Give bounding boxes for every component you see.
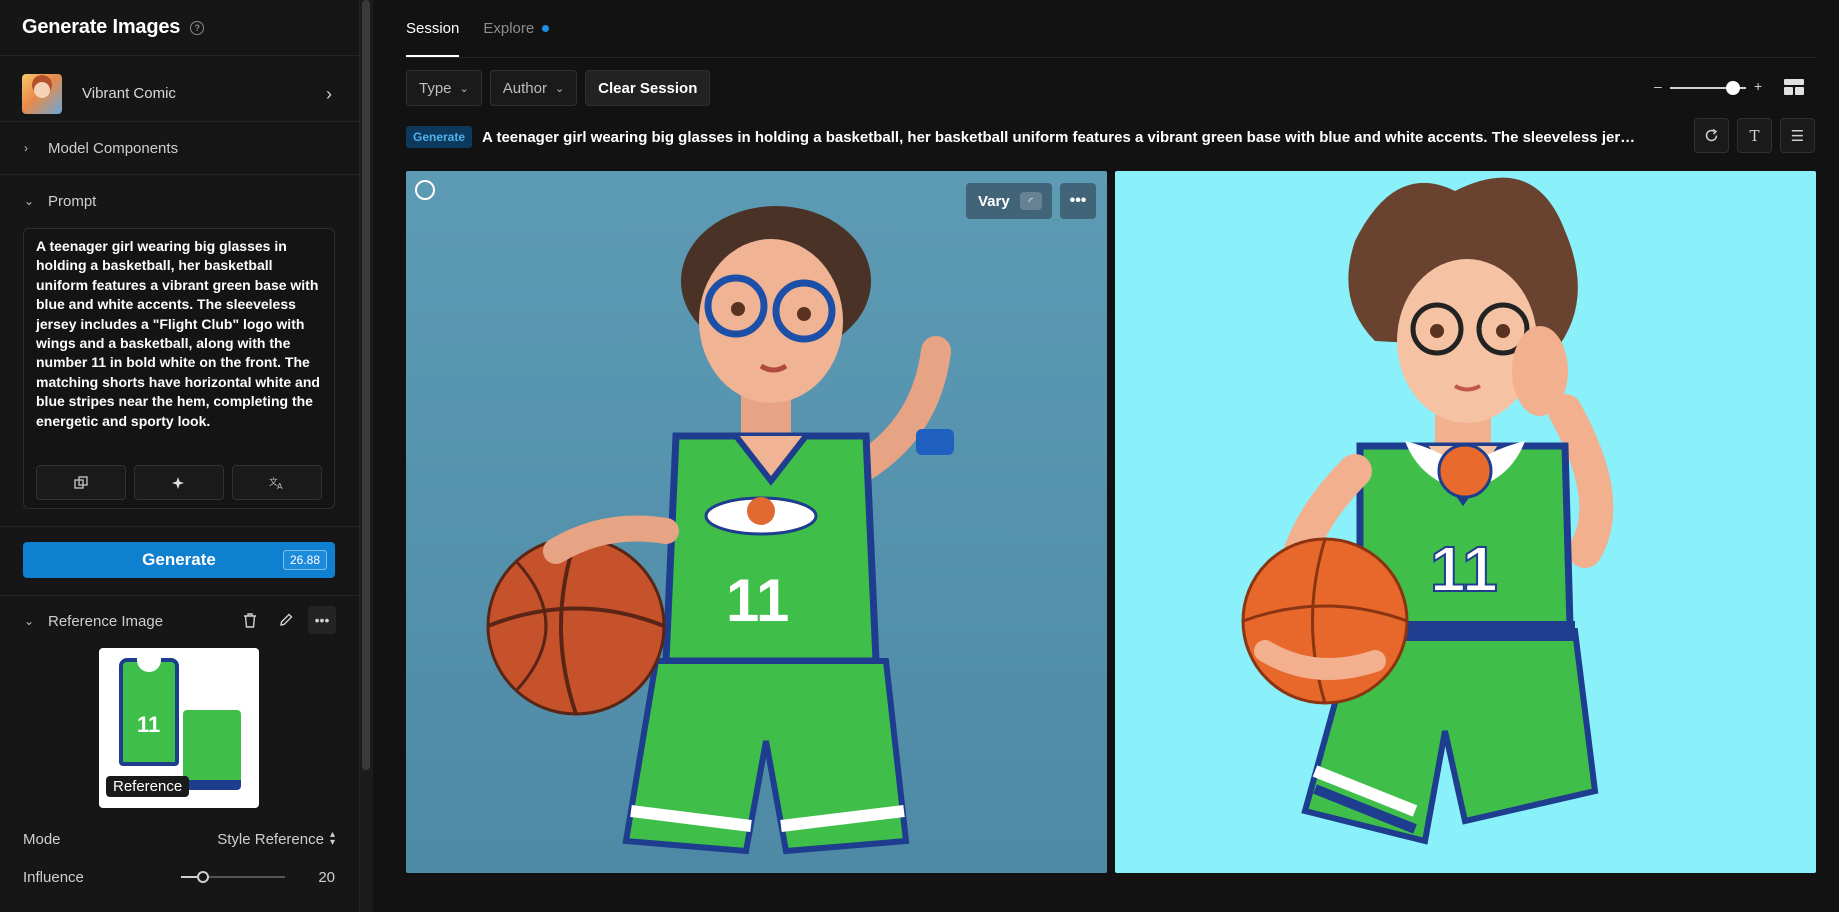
jersey-number: 11 [1430,533,1498,605]
zoom-out-icon[interactable]: – [1654,78,1662,94]
jersey-illustration: 11 [119,658,179,766]
sparkle-icon [172,476,184,489]
copy-prompt-button[interactable] [36,465,126,500]
reference-image[interactable]: 11 Reference [99,648,259,808]
pencil-icon [280,613,293,626]
edit-reference-button[interactable] [272,606,300,634]
influence-label: Influence [23,868,84,886]
image-more-options-button[interactable]: ••• [1060,183,1096,219]
section-reference-image[interactable]: ⌄ Reference Image ••• [0,600,359,642]
generate-label: Generate [142,550,216,569]
section-label: Prompt [48,192,97,210]
copy-icon [74,475,88,489]
girl-illustration-1: 11 [486,206,954,855]
influence-value: 20 [318,868,335,886]
model-name: Vibrant Comic [82,85,176,102]
section-label: Model Components [48,139,179,157]
mode-select[interactable]: Style Reference ▴ ▾ [217,829,335,848]
svg-text:A: A [277,482,283,490]
more-icon: ••• [314,612,330,628]
mode-value: Style Reference [217,830,324,848]
filter-bar: Type ⌄ Author ⌄ Clear Session [406,70,711,106]
help-icon[interactable]: ? [190,20,205,35]
jersey-number: 11 [137,712,161,737]
chevron-right-icon: › [24,141,28,155]
model-thumbnail [22,73,62,114]
section-prompt[interactable]: ⌄ Prompt [0,175,359,227]
trash-icon [244,612,256,628]
view-tabs: Session Explore [406,0,550,57]
divider [406,57,1816,58]
translate-icon: 文 A [269,476,283,490]
chevron-down-icon: ⌄ [554,82,565,95]
author-filter[interactable]: Author ⌄ [489,70,578,106]
updown-chevron-icon: ▴ ▾ [329,829,335,848]
tab-session[interactable]: Session [406,0,460,57]
notification-dot [542,25,550,32]
clear-label: Clear Session [598,79,698,97]
clear-session-button[interactable]: Clear Session [585,70,711,106]
tab-explore[interactable]: Explore [483,0,550,57]
menu-icon: ☰ [1790,127,1805,145]
sidebar-header: Generate Images ? [0,0,359,56]
refresh-icon [1705,128,1718,142]
zoom-slider[interactable]: – + [1654,78,1764,96]
divider [0,526,359,527]
tab-label: Session [406,20,460,37]
page-title: Generate Images [22,16,181,38]
text-icon: T [1749,126,1760,145]
mode-label: Mode [23,830,61,848]
zoom-handle[interactable] [1726,81,1740,95]
sidebar-scrollbar-thumb[interactable] [362,0,370,770]
jersey-number: 11 [726,567,789,634]
section-label: Reference Image [48,612,164,630]
prompt-tools: 文 A [36,465,322,500]
prompt-input[interactable]: A teenager girl wearing big glasses in h… [23,228,335,509]
select-image-checkbox[interactable] [415,180,435,200]
filter-label: Type [419,79,452,97]
chevron-down-icon: ⌄ [24,194,35,208]
model-selector[interactable]: Vibrant Comic › [0,66,359,122]
reference-label: Reference [106,776,190,797]
reuse-prompt-button[interactable]: T [1737,118,1772,153]
translate-prompt-button[interactable]: 文 A [232,465,322,500]
vary-button[interactable]: Vary ◜ [966,183,1052,219]
generation-tools: T ☰ [1694,118,1815,153]
app-root: Generate Images ? Vibrant Comic › › Mode… [0,0,1839,912]
generated-image-1[interactable]: 11 Vary ◜ ••• [406,171,1107,873]
sidebar: Generate Images ? Vibrant Comic › › Mode… [0,0,360,912]
prompt-summary[interactable]: A teenager girl wearing big glasses in h… [482,129,1642,146]
chevron-down-icon: ⌄ [24,614,35,628]
type-filter[interactable]: Type ⌄ [406,70,482,106]
more-icon: ••• [1069,192,1087,209]
reference-actions: ••• [236,606,336,634]
generate-button[interactable]: Generate 26.88 [23,542,335,578]
credit-cost-badge: 26.88 [282,550,327,570]
influence-slider-handle[interactable] [197,871,209,883]
tab-label: Explore [483,20,535,37]
more-options-button[interactable]: ••• [308,606,336,634]
chevron-down-icon: ⌄ [459,82,469,95]
generated-image-2[interactable]: 11 [1115,171,1816,873]
enhance-prompt-button[interactable] [134,465,224,500]
delete-reference-button[interactable] [236,606,264,634]
vary-label: Vary [978,192,1010,210]
zoom-in-icon[interactable]: + [1754,78,1762,94]
mode-row: Mode Style Reference ▴ ▾ [23,827,335,851]
divider [0,595,359,596]
layout-toggle-icon[interactable] [1784,79,1804,95]
prompt-text[interactable]: A teenager girl wearing big glasses in h… [36,237,326,431]
chevron-right-icon: › [326,84,332,104]
main-area: Session Explore Type ⌄ Author ⌄ Clear Se… [374,0,1839,912]
girl-illustration-2: 11 [1241,177,1614,845]
loading-spinner-icon: ◜ [1019,192,1042,210]
shorts-illustration [183,710,241,790]
generation-prompt-line: Generate A teenager girl wearing big gla… [406,126,1686,148]
influence-row: Influence 20 [23,865,335,889]
regenerate-button[interactable] [1694,118,1729,153]
menu-button[interactable]: ☰ [1780,118,1815,153]
generate-badge: Generate [406,126,473,148]
section-model-components[interactable]: › Model Components [0,122,359,174]
filter-label: Author [502,79,547,97]
